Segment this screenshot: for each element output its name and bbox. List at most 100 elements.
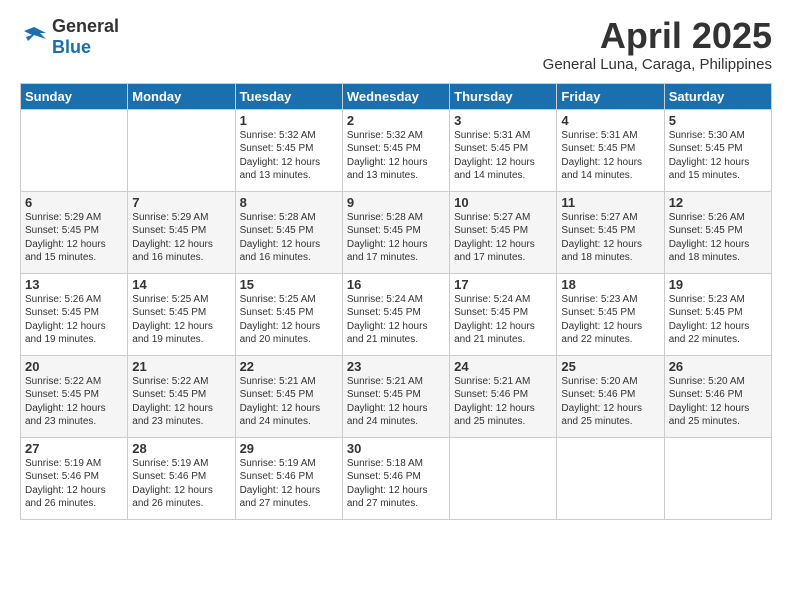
cell-2-3: 16Sunrise: 5:24 AMSunset: 5:45 PMDayligh… — [342, 273, 449, 355]
day-info: Sunrise: 5:29 AMSunset: 5:45 PMDaylight:… — [132, 211, 230, 265]
logo-text: General Blue — [52, 16, 119, 58]
day-info: Sunrise: 5:29 AMSunset: 5:45 PMDaylight:… — [25, 211, 123, 265]
day-info: Sunrise: 5:21 AMSunset: 5:45 PMDaylight:… — [240, 375, 338, 429]
day-info: Sunrise: 5:19 AMSunset: 5:46 PMDaylight:… — [132, 457, 230, 511]
day-info: Sunrise: 5:32 AMSunset: 5:45 PMDaylight:… — [240, 129, 338, 183]
day-number: 14 — [132, 277, 230, 292]
title-block: April 2025 General Luna, Caraga, Philipp… — [543, 16, 772, 73]
day-number: 29 — [240, 441, 338, 456]
day-info: Sunrise: 5:21 AMSunset: 5:45 PMDaylight:… — [347, 375, 445, 429]
cell-0-6: 5Sunrise: 5:30 AMSunset: 5:45 PMDaylight… — [664, 109, 771, 191]
day-info: Sunrise: 5:21 AMSunset: 5:46 PMDaylight:… — [454, 375, 552, 429]
day-info: Sunrise: 5:22 AMSunset: 5:45 PMDaylight:… — [25, 375, 123, 429]
day-number: 12 — [669, 195, 767, 210]
cell-1-5: 11Sunrise: 5:27 AMSunset: 5:45 PMDayligh… — [557, 191, 664, 273]
cell-4-0: 27Sunrise: 5:19 AMSunset: 5:46 PMDayligh… — [21, 437, 128, 519]
cell-1-0: 6Sunrise: 5:29 AMSunset: 5:45 PMDaylight… — [21, 191, 128, 273]
day-number: 3 — [454, 113, 552, 128]
col-friday: Friday — [557, 83, 664, 109]
day-number: 21 — [132, 359, 230, 374]
day-number: 30 — [347, 441, 445, 456]
cell-0-0 — [21, 109, 128, 191]
day-info: Sunrise: 5:25 AMSunset: 5:45 PMDaylight:… — [240, 293, 338, 347]
day-info: Sunrise: 5:23 AMSunset: 5:45 PMDaylight:… — [561, 293, 659, 347]
week-row-4: 20Sunrise: 5:22 AMSunset: 5:45 PMDayligh… — [21, 355, 772, 437]
day-number: 27 — [25, 441, 123, 456]
cell-1-2: 8Sunrise: 5:28 AMSunset: 5:45 PMDaylight… — [235, 191, 342, 273]
day-info: Sunrise: 5:18 AMSunset: 5:46 PMDaylight:… — [347, 457, 445, 511]
cell-4-6 — [664, 437, 771, 519]
day-number: 9 — [347, 195, 445, 210]
day-info: Sunrise: 5:32 AMSunset: 5:45 PMDaylight:… — [347, 129, 445, 183]
col-saturday: Saturday — [664, 83, 771, 109]
day-info: Sunrise: 5:24 AMSunset: 5:45 PMDaylight:… — [347, 293, 445, 347]
cell-3-4: 24Sunrise: 5:21 AMSunset: 5:46 PMDayligh… — [450, 355, 557, 437]
day-info: Sunrise: 5:25 AMSunset: 5:45 PMDaylight:… — [132, 293, 230, 347]
cell-4-2: 29Sunrise: 5:19 AMSunset: 5:46 PMDayligh… — [235, 437, 342, 519]
col-tuesday: Tuesday — [235, 83, 342, 109]
cell-3-0: 20Sunrise: 5:22 AMSunset: 5:45 PMDayligh… — [21, 355, 128, 437]
day-info: Sunrise: 5:31 AMSunset: 5:45 PMDaylight:… — [561, 129, 659, 183]
day-info: Sunrise: 5:26 AMSunset: 5:45 PMDaylight:… — [25, 293, 123, 347]
day-number: 8 — [240, 195, 338, 210]
month-title: April 2025 — [543, 16, 772, 56]
day-info: Sunrise: 5:24 AMSunset: 5:45 PMDaylight:… — [454, 293, 552, 347]
cell-2-0: 13Sunrise: 5:26 AMSunset: 5:45 PMDayligh… — [21, 273, 128, 355]
day-number: 10 — [454, 195, 552, 210]
cell-3-5: 25Sunrise: 5:20 AMSunset: 5:46 PMDayligh… — [557, 355, 664, 437]
cell-3-2: 22Sunrise: 5:21 AMSunset: 5:45 PMDayligh… — [235, 355, 342, 437]
day-info: Sunrise: 5:31 AMSunset: 5:45 PMDaylight:… — [454, 129, 552, 183]
cell-4-3: 30Sunrise: 5:18 AMSunset: 5:46 PMDayligh… — [342, 437, 449, 519]
week-row-3: 13Sunrise: 5:26 AMSunset: 5:45 PMDayligh… — [21, 273, 772, 355]
day-number: 2 — [347, 113, 445, 128]
calendar-header-row: Sunday Monday Tuesday Wednesday Thursday… — [21, 83, 772, 109]
cell-2-4: 17Sunrise: 5:24 AMSunset: 5:45 PMDayligh… — [450, 273, 557, 355]
day-info: Sunrise: 5:27 AMSunset: 5:45 PMDaylight:… — [561, 211, 659, 265]
day-number: 13 — [25, 277, 123, 292]
day-info: Sunrise: 5:19 AMSunset: 5:46 PMDaylight:… — [25, 457, 123, 511]
day-info: Sunrise: 5:26 AMSunset: 5:45 PMDaylight:… — [669, 211, 767, 265]
col-sunday: Sunday — [21, 83, 128, 109]
location-subtitle: General Luna, Caraga, Philippines — [543, 56, 772, 73]
cell-3-3: 23Sunrise: 5:21 AMSunset: 5:45 PMDayligh… — [342, 355, 449, 437]
col-wednesday: Wednesday — [342, 83, 449, 109]
day-number: 26 — [669, 359, 767, 374]
day-info: Sunrise: 5:30 AMSunset: 5:45 PMDaylight:… — [669, 129, 767, 183]
cell-0-5: 4Sunrise: 5:31 AMSunset: 5:45 PMDaylight… — [557, 109, 664, 191]
day-number: 5 — [669, 113, 767, 128]
logo: General Blue — [20, 16, 119, 58]
header: General Blue April 2025 General Luna, Ca… — [20, 16, 772, 73]
cell-1-6: 12Sunrise: 5:26 AMSunset: 5:45 PMDayligh… — [664, 191, 771, 273]
week-row-1: 1Sunrise: 5:32 AMSunset: 5:45 PMDaylight… — [21, 109, 772, 191]
cell-2-2: 15Sunrise: 5:25 AMSunset: 5:45 PMDayligh… — [235, 273, 342, 355]
col-thursday: Thursday — [450, 83, 557, 109]
day-number: 23 — [347, 359, 445, 374]
cell-4-4 — [450, 437, 557, 519]
day-info: Sunrise: 5:23 AMSunset: 5:45 PMDaylight:… — [669, 293, 767, 347]
day-info: Sunrise: 5:28 AMSunset: 5:45 PMDaylight:… — [347, 211, 445, 265]
page: General Blue April 2025 General Luna, Ca… — [0, 0, 792, 612]
day-info: Sunrise: 5:22 AMSunset: 5:45 PMDaylight:… — [132, 375, 230, 429]
cell-4-5 — [557, 437, 664, 519]
logo-general: General — [52, 16, 119, 36]
cell-1-4: 10Sunrise: 5:27 AMSunset: 5:45 PMDayligh… — [450, 191, 557, 273]
col-monday: Monday — [128, 83, 235, 109]
day-number: 19 — [669, 277, 767, 292]
day-number: 22 — [240, 359, 338, 374]
day-number: 18 — [561, 277, 659, 292]
day-number: 6 — [25, 195, 123, 210]
week-row-5: 27Sunrise: 5:19 AMSunset: 5:46 PMDayligh… — [21, 437, 772, 519]
day-number: 11 — [561, 195, 659, 210]
cell-2-1: 14Sunrise: 5:25 AMSunset: 5:45 PMDayligh… — [128, 273, 235, 355]
day-number: 4 — [561, 113, 659, 128]
cell-1-3: 9Sunrise: 5:28 AMSunset: 5:45 PMDaylight… — [342, 191, 449, 273]
day-number: 1 — [240, 113, 338, 128]
cell-3-1: 21Sunrise: 5:22 AMSunset: 5:45 PMDayligh… — [128, 355, 235, 437]
cell-2-5: 18Sunrise: 5:23 AMSunset: 5:45 PMDayligh… — [557, 273, 664, 355]
cell-0-4: 3Sunrise: 5:31 AMSunset: 5:45 PMDaylight… — [450, 109, 557, 191]
day-number: 28 — [132, 441, 230, 456]
logo-icon — [20, 23, 48, 51]
cell-0-3: 2Sunrise: 5:32 AMSunset: 5:45 PMDaylight… — [342, 109, 449, 191]
cell-3-6: 26Sunrise: 5:20 AMSunset: 5:46 PMDayligh… — [664, 355, 771, 437]
cell-0-1 — [128, 109, 235, 191]
